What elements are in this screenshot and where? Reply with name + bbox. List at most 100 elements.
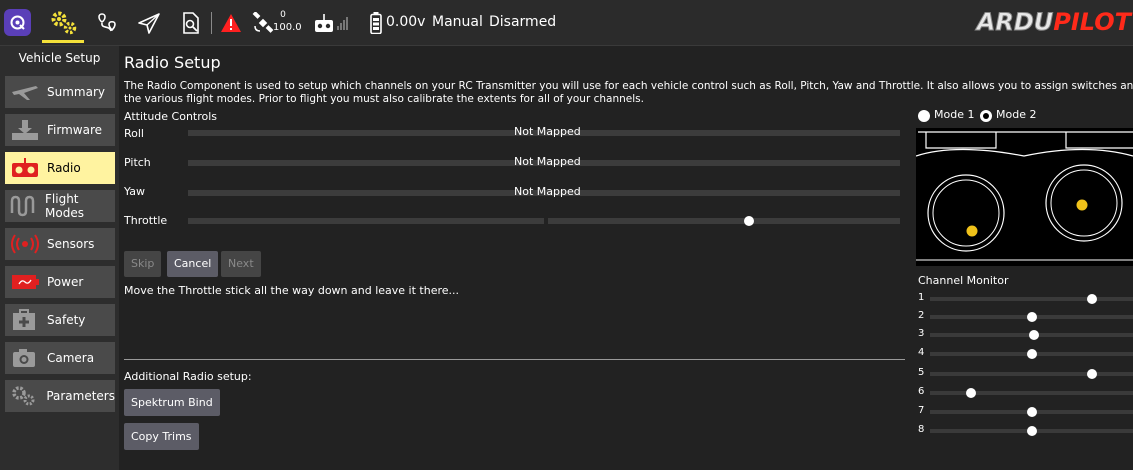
channel-bar bbox=[930, 297, 1133, 301]
channel-indicator bbox=[1026, 349, 1037, 359]
attitude-controls-title: Attitude Controls bbox=[124, 110, 218, 123]
gears-icon bbox=[51, 11, 77, 35]
description-line-2: the various flight modes. Prior to fligh… bbox=[124, 93, 644, 105]
download-icon bbox=[9, 118, 41, 142]
arm-status[interactable]: Disarmed bbox=[489, 14, 556, 30]
channel-bar bbox=[930, 372, 1133, 376]
flight-mode-selector[interactable]: Manual bbox=[432, 14, 483, 30]
channel-indicator bbox=[1028, 330, 1039, 340]
gears-icon bbox=[9, 384, 40, 408]
copy-trims-button[interactable]: Copy Trims bbox=[124, 423, 199, 450]
sidebar-item-label: Firmware bbox=[47, 123, 102, 137]
rc-transmitter-icon bbox=[315, 14, 333, 32]
sidebar-item-flight-modes[interactable]: Flight Modes bbox=[5, 190, 115, 222]
vehicle-setup-button[interactable] bbox=[50, 9, 78, 37]
skip-button[interactable]: Skip bbox=[124, 251, 162, 277]
sidebar-item-label: Summary bbox=[47, 85, 105, 99]
channel-number: 4 bbox=[918, 347, 925, 358]
yaw-label: Yaw bbox=[124, 185, 145, 198]
toolbar-separator bbox=[211, 12, 212, 34]
transmitter-diagram bbox=[915, 128, 1133, 266]
sidebar-item-summary[interactable]: Summary bbox=[5, 76, 115, 108]
radio-icon bbox=[9, 156, 41, 180]
sidebar-item-firmware[interactable]: Firmware bbox=[5, 114, 115, 146]
channel-number: 1 bbox=[918, 292, 925, 303]
description-line-1: The Radio Component is used to setup whi… bbox=[124, 80, 1133, 92]
channel-bar bbox=[930, 391, 1133, 395]
sidebar-title: Vehicle Setup bbox=[18, 51, 101, 65]
left-stick-position bbox=[966, 225, 978, 237]
channel-indicator bbox=[1026, 312, 1037, 322]
battery-icon bbox=[9, 270, 41, 294]
channel-indicator bbox=[1026, 407, 1037, 417]
gps-indicator[interactable] bbox=[251, 12, 275, 34]
document-search-icon bbox=[183, 12, 199, 34]
paper-plane-icon bbox=[138, 13, 160, 34]
mode1-radio[interactable] bbox=[918, 110, 930, 122]
safety-icon bbox=[9, 308, 41, 332]
channel-number: 2 bbox=[918, 310, 925, 321]
sidebar-item-parameters[interactable]: Parameters bbox=[5, 380, 115, 412]
channel-indicator bbox=[965, 388, 976, 398]
roll-label: Roll bbox=[124, 127, 144, 140]
battery-icon bbox=[370, 12, 382, 34]
sidebar-item-radio[interactable]: Radio bbox=[5, 152, 115, 184]
additional-setup-title: Additional Radio setup: bbox=[124, 370, 252, 383]
flight-modes-icon bbox=[9, 194, 39, 218]
throttle-label: Throttle bbox=[124, 214, 168, 227]
gps-hdop: 100.0 bbox=[273, 22, 302, 33]
setup-sidebar: Vehicle Setup Summary Firmware Radio Fli… bbox=[0, 46, 119, 470]
transmitter-sticks-image bbox=[915, 131, 1133, 261]
spektrum-bind-button[interactable]: Spektrum Bind bbox=[124, 389, 220, 416]
battery-indicator[interactable] bbox=[369, 11, 383, 35]
page-title: Radio Setup bbox=[124, 53, 221, 72]
brand-pilot: PILOT bbox=[1053, 8, 1131, 36]
right-stick-position bbox=[1076, 199, 1088, 211]
mode2-radio-dot bbox=[983, 113, 989, 119]
calibration-instruction: Move the Throttle stick all the way down… bbox=[124, 284, 460, 297]
channel-number: 6 bbox=[918, 386, 925, 397]
channel-number: 8 bbox=[918, 424, 925, 435]
sidebar-item-power[interactable]: Power bbox=[5, 266, 115, 298]
sidebar-item-label: Flight Modes bbox=[45, 192, 84, 220]
pitch-status: Not Mapped bbox=[514, 155, 581, 168]
warning-triangle-icon bbox=[221, 14, 241, 32]
waypoint-path-icon bbox=[98, 13, 116, 32]
throttle-bar-left bbox=[188, 218, 544, 224]
next-button[interactable]: Next bbox=[221, 251, 261, 277]
mode1-label: Mode 1 bbox=[934, 108, 975, 121]
channel-number: 3 bbox=[918, 328, 925, 339]
camera-icon bbox=[9, 346, 41, 370]
ardupilot-logo: ARDU PILOT bbox=[976, 8, 1131, 37]
rc-rssi-indicator[interactable] bbox=[313, 13, 335, 33]
throttle-bar-right bbox=[548, 218, 900, 224]
qgc-logo-button[interactable] bbox=[4, 9, 31, 36]
sidebar-item-label: Parameters bbox=[46, 389, 115, 403]
sidebar-item-sensors[interactable]: Sensors bbox=[5, 228, 115, 260]
yaw-status: Not Mapped bbox=[514, 185, 581, 198]
message-indicator[interactable] bbox=[219, 12, 243, 34]
brand-ardu: ARDU bbox=[976, 8, 1054, 37]
page-description: The Radio Component is used to setup whi… bbox=[124, 80, 1133, 106]
top-toolbar: 0 100.0 0.00v Manual Disarmed ARDU PILOT bbox=[0, 0, 1133, 46]
fly-view-button[interactable] bbox=[136, 10, 162, 36]
mode2-label: Mode 2 bbox=[996, 108, 1037, 121]
sidebar-item-label: Camera bbox=[47, 351, 95, 365]
roll-status: Not Mapped bbox=[514, 125, 581, 138]
signal-bars-icon bbox=[337, 16, 349, 30]
analyze-button[interactable] bbox=[178, 10, 204, 36]
plane-icon bbox=[9, 80, 41, 104]
plan-view-button[interactable] bbox=[94, 10, 120, 36]
gps-count: 0 bbox=[280, 10, 286, 20]
mode2-radio[interactable] bbox=[980, 110, 992, 122]
sidebar-item-label: Power bbox=[47, 275, 84, 289]
qgc-logo-icon bbox=[10, 15, 25, 30]
cancel-button[interactable]: Cancel bbox=[167, 251, 219, 277]
active-tab-indicator bbox=[42, 40, 84, 43]
channel-indicator bbox=[1026, 426, 1037, 436]
channel-monitor-title: Channel Monitor bbox=[918, 274, 1009, 287]
sidebar-item-safety[interactable]: Safety bbox=[5, 304, 115, 336]
sidebar-item-camera[interactable]: Camera bbox=[5, 342, 115, 374]
throttle-indicator bbox=[744, 216, 754, 226]
satellite-icon bbox=[252, 12, 274, 33]
